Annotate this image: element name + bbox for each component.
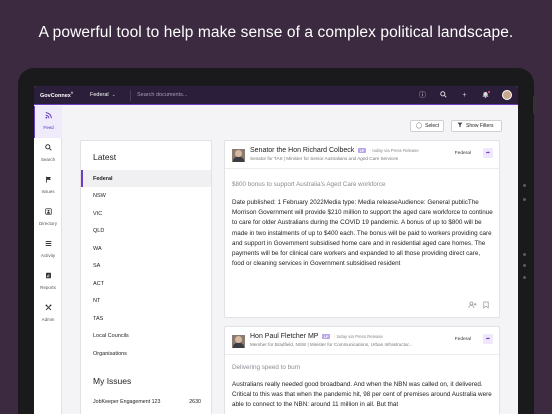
volume-button xyxy=(533,96,536,114)
sidebar-item-reports[interactable]: Reports xyxy=(34,272,62,290)
check-circle-icon: ◯ xyxy=(416,123,423,129)
latest-panel: Latest Federal NSW VIC QLD WA SA ACT NT … xyxy=(80,140,212,414)
divider xyxy=(225,168,499,169)
info-icon[interactable]: ⓘ xyxy=(418,90,427,100)
card-subject: $800 bonus to support Australia's Aged C… xyxy=(232,181,386,188)
latest-item-organisations[interactable]: Organisations xyxy=(81,345,211,362)
list-icon xyxy=(34,240,62,250)
sidebar-item-directory[interactable]: Directory xyxy=(34,208,62,226)
latest-item-vic[interactable]: VIC xyxy=(81,205,211,222)
top-bar: GovConnex® Federal ⌄ Search documents...… xyxy=(34,86,518,105)
camera-dot xyxy=(523,253,526,256)
flag-icon xyxy=(34,176,62,186)
feed-card[interactable]: Hon Paul Fletcher MP LP · today via Pres… xyxy=(224,326,500,414)
sidebar-item-admin[interactable]: Admin xyxy=(34,304,62,322)
region-tag: Federal xyxy=(454,337,471,342)
latest-item-qld[interactable]: QLD xyxy=(81,223,211,240)
add-user-icon[interactable] xyxy=(468,301,477,311)
report-icon xyxy=(34,272,62,282)
user-avatar[interactable] xyxy=(502,90,512,100)
search-icon[interactable] xyxy=(439,90,448,100)
region-label: Federal xyxy=(90,92,109,98)
avatar xyxy=(232,335,245,348)
brand-name: GovConnex xyxy=(40,92,71,99)
latest-item-nsw[interactable]: NSW xyxy=(81,188,211,205)
issue-count: 2630 xyxy=(189,399,201,405)
filter-icon xyxy=(457,122,463,130)
card-body: Date published: 1 February 2022Media typ… xyxy=(232,199,493,268)
app-screen: GovConnex® Federal ⌄ Search documents...… xyxy=(34,86,518,414)
divider xyxy=(130,89,131,101)
region-selector[interactable]: Federal ⌄ xyxy=(86,92,130,98)
feed-card[interactable]: Senator the Hon Richard Colbeck LP · tod… xyxy=(224,140,500,318)
sidebar-item-label: Reports xyxy=(40,285,56,290)
latest-item-tas[interactable]: TAS xyxy=(81,310,211,327)
camera-dot xyxy=(523,276,526,279)
search-icon xyxy=(34,144,62,154)
author-role: Member for Bradfield, NSW | Minister for… xyxy=(250,342,413,347)
sidebar-item-label: Activity xyxy=(40,253,56,258)
brand-mark: ® xyxy=(70,91,74,96)
post-meta: · today via Press Release xyxy=(333,334,383,339)
issue-item[interactable]: JobKeeper Engagement 123 2630 xyxy=(93,399,201,405)
camera-dot xyxy=(523,264,526,267)
sidebar-item-label: Search xyxy=(40,157,56,162)
author-name: Hon Paul Fletcher MP xyxy=(250,333,319,340)
contact-card-icon xyxy=(34,208,62,218)
select-button[interactable]: ◯ Select xyxy=(410,120,444,132)
party-badge: LP xyxy=(322,334,330,339)
author-name: Senator the Hon Richard Colbeck xyxy=(250,147,355,154)
divider xyxy=(225,354,499,355)
party-badge: LP xyxy=(358,148,366,153)
card-body: Australians really needed good broadband… xyxy=(232,381,492,409)
rss-icon xyxy=(35,112,62,122)
headline: A powerful tool to help make sense of a … xyxy=(38,24,514,41)
tools-icon xyxy=(34,304,62,314)
sidebar-item-feed[interactable]: Feed xyxy=(34,106,62,138)
sidebar-item-issues[interactable]: Issues xyxy=(34,176,62,194)
sidebar-item-search[interactable]: Search xyxy=(34,144,62,162)
my-issues-title: My Issues xyxy=(93,376,132,386)
sidebar-item-label: Admin xyxy=(41,317,55,322)
region-tag: Federal xyxy=(454,151,471,156)
share-icon[interactable]: ➦ xyxy=(483,148,493,158)
chevron-down-icon: ⌄ xyxy=(111,92,116,98)
card-author[interactable]: Senator the Hon Richard Colbeck LP · tod… xyxy=(250,147,419,154)
card-author[interactable]: Hon Paul Fletcher MP LP · today via Pres… xyxy=(250,333,383,340)
top-actions: ⓘ + xyxy=(418,90,518,100)
brand-logo[interactable]: GovConnex® xyxy=(34,91,86,99)
sidebar-item-label: Directory xyxy=(38,221,57,226)
plus-icon[interactable]: + xyxy=(460,92,469,99)
post-meta: · today via Press Release xyxy=(369,148,419,153)
sidebar-item-label: Issues xyxy=(41,189,55,194)
latest-item-sa[interactable]: SA xyxy=(81,258,211,275)
show-filters-button[interactable]: Show Filters xyxy=(451,120,502,132)
latest-item-wa[interactable]: WA xyxy=(81,240,211,257)
avatar xyxy=(232,149,245,162)
search-input[interactable]: Search documents... xyxy=(137,92,418,98)
sidebar: Feed Search Issues Directory Activity Re… xyxy=(34,106,62,414)
bookmark-icon[interactable] xyxy=(483,301,489,311)
share-icon[interactable]: ➦ xyxy=(483,334,493,344)
sidebar-item-activity[interactable]: Activity xyxy=(34,240,62,258)
latest-item-act[interactable]: ACT xyxy=(81,275,211,292)
select-label: Select xyxy=(425,123,440,129)
latest-title: Latest xyxy=(93,152,117,162)
filters-label: Show Filters xyxy=(466,123,494,129)
latest-item-nt[interactable]: NT xyxy=(81,293,211,310)
author-role: Senator for TAS | Minister for Senior Au… xyxy=(250,156,399,161)
camera-dot xyxy=(523,184,526,187)
camera-dot xyxy=(523,198,526,201)
card-subject: Delivering speed to burn xyxy=(232,364,301,371)
sidebar-item-label: Feed xyxy=(43,125,54,130)
latest-item-local-councils[interactable]: Local Councils xyxy=(81,328,211,345)
latest-item-federal[interactable]: Federal xyxy=(81,170,211,187)
bell-icon[interactable] xyxy=(481,90,490,100)
issue-name: JobKeeper Engagement 123 xyxy=(93,399,161,405)
